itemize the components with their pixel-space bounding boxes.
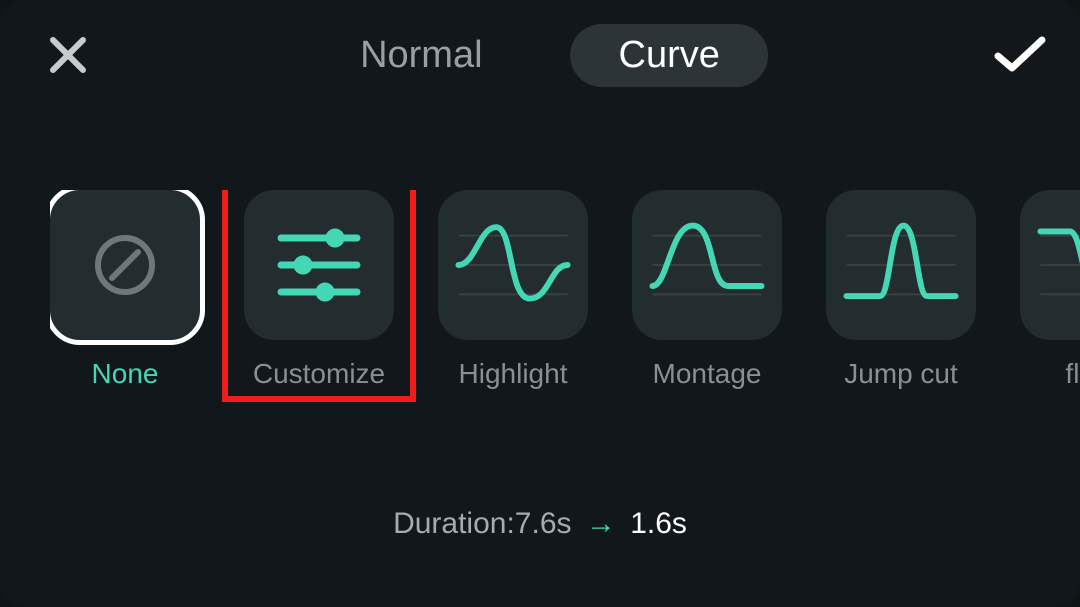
tab-normal[interactable]: Normal (312, 24, 530, 87)
arrow-icon: → (586, 507, 616, 540)
option-jumpcut[interactable]: Jump cut (826, 190, 976, 390)
close-button[interactable] (44, 31, 92, 79)
option-flash[interactable]: flash (1020, 190, 1080, 390)
option-highlight[interactable]: Highlight (438, 190, 588, 390)
duration-from: 7.6s (515, 507, 572, 540)
option-montage-label: Montage (653, 358, 762, 390)
checkmark-icon (992, 34, 1048, 76)
option-customize-label: Customize (253, 358, 385, 390)
option-customize[interactable]: Customize (244, 190, 394, 390)
option-highlight-label: Highlight (459, 358, 568, 390)
option-jumpcut-label: Jump cut (844, 358, 958, 390)
option-jumpcut-tile (826, 190, 976, 340)
duration-to: 1.6s (630, 507, 687, 540)
sliders-icon (269, 220, 369, 310)
header: Normal Curve (0, 20, 1080, 90)
duration-label: Duration: (393, 507, 515, 540)
speed-curve-panel: Normal Curve None (0, 0, 1080, 607)
option-highlight-tile (438, 190, 588, 340)
close-icon (47, 34, 89, 76)
tab-curve[interactable]: Curve (571, 24, 768, 87)
flash-curve-icon (1032, 202, 1080, 328)
montage-curve-icon (644, 202, 770, 328)
option-none-tile (50, 190, 200, 340)
option-flash-tile (1020, 190, 1080, 340)
option-none-label: None (92, 358, 159, 390)
curve-options-row: None Customize (50, 190, 1080, 410)
option-flash-label: flash (1065, 358, 1080, 390)
highlight-curve-icon (450, 202, 576, 328)
tabs: Normal Curve (312, 24, 768, 87)
option-montage-tile (632, 190, 782, 340)
option-none[interactable]: None (50, 190, 200, 390)
option-montage[interactable]: Montage (632, 190, 782, 390)
duration-display: Duration:7.6s → 1.6s (0, 507, 1080, 541)
none-icon (92, 232, 158, 298)
confirm-button[interactable] (990, 31, 1050, 79)
option-customize-tile (244, 190, 394, 340)
jumpcut-curve-icon (838, 202, 964, 328)
